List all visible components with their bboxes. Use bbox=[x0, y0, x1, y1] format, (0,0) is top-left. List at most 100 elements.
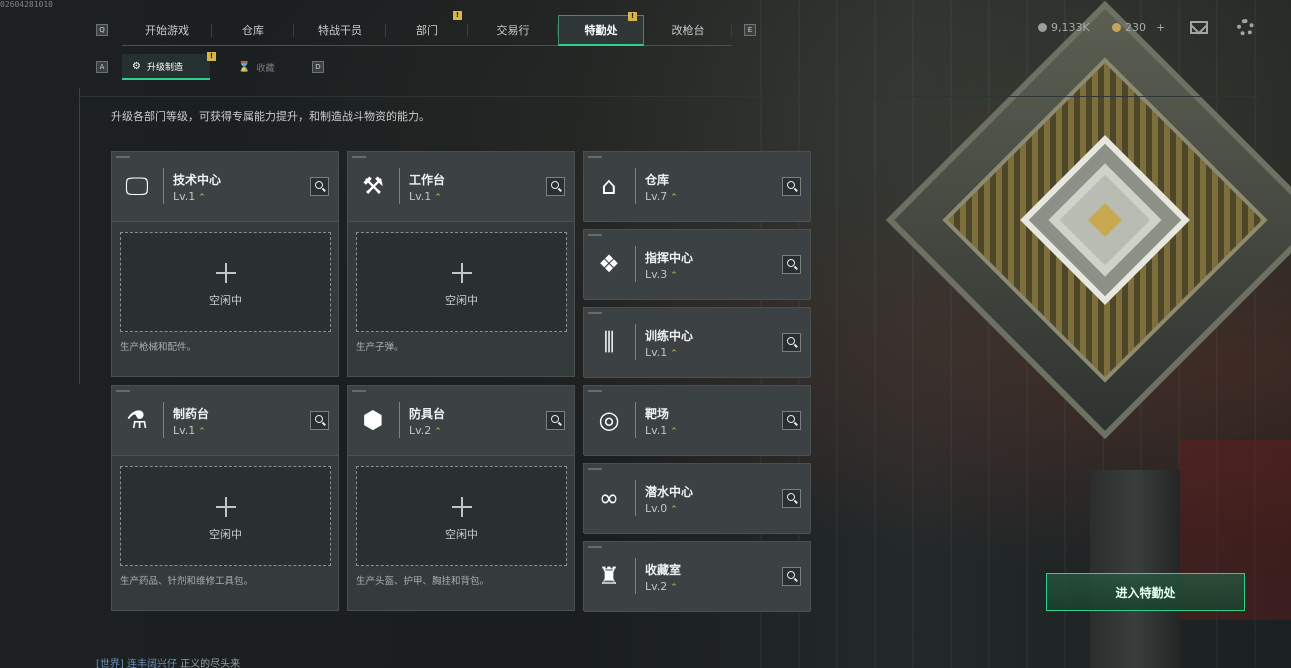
level-up-chevron-icon: ⌃ bbox=[670, 505, 678, 515]
chat-line[interactable]: [世界] 连丰阔兴仔 正义的尽头来 bbox=[96, 655, 240, 668]
department-card[interactable]: ❖ 指挥中心 Lv.3 ⌃ bbox=[583, 229, 811, 300]
search-button[interactable] bbox=[782, 411, 801, 430]
search-button[interactable] bbox=[782, 567, 801, 586]
department-card[interactable]: ⬢ 防具台 Lv.2 ⌃ 空闲中生产头盔、护甲、胸挂和背包。 bbox=[347, 385, 575, 611]
nav-tab[interactable]: 部门! bbox=[386, 11, 468, 46]
page-description: 升级各部门等级，可获得专属能力提升，和制造战斗物资的能力。 bbox=[111, 110, 430, 123]
subtab-collection[interactable]: ⌛ 收藏 bbox=[228, 54, 306, 80]
subnav-prev-key-hint[interactable]: A bbox=[96, 61, 108, 73]
slot-status: 空闲中 bbox=[209, 294, 242, 307]
card-header[interactable]: ⚗ 制药台 Lv.1 ⌃ bbox=[112, 386, 338, 456]
department-card[interactable]: 🖵 技术中心 Lv.1 ⌃ 空闲中 生产枪械和配件。 bbox=[111, 151, 339, 377]
premium-balance[interactable]: 230 + bbox=[1112, 21, 1165, 34]
nav-tab[interactable]: 特勤处! bbox=[558, 12, 644, 46]
level-up-chevron-icon: ⌃ bbox=[434, 193, 442, 203]
nav-tab-label: 交易行 bbox=[496, 24, 530, 37]
subtab-label: 收藏 bbox=[256, 63, 275, 74]
card-corner-tag bbox=[588, 546, 602, 548]
plus-icon bbox=[215, 497, 236, 517]
card-header[interactable]: ⬢ 防具台 Lv.2 ⌃ bbox=[348, 386, 574, 456]
card-header[interactable]: ∞ 潜水中心 Lv.0 ⌃ bbox=[584, 464, 810, 534]
chip-icon: ❖ bbox=[598, 250, 620, 278]
nav-separator bbox=[731, 24, 732, 37]
department-card[interactable]: ⌂ 仓库 Lv.7 ⌃ bbox=[583, 151, 811, 222]
card-header[interactable]: ❖ 指挥中心 Lv.3 ⌃ bbox=[584, 230, 810, 300]
nav-tab-label: 开始游戏 bbox=[145, 24, 189, 37]
card-header[interactable]: ⚒ 工作台 Lv.1 ⌃ bbox=[348, 152, 574, 222]
gear-icon[interactable] bbox=[1237, 19, 1254, 36]
search-button[interactable] bbox=[782, 177, 801, 196]
search-button[interactable] bbox=[546, 177, 565, 196]
card-header[interactable]: ◎ 靶场 Lv.1 ⌃ bbox=[584, 386, 810, 456]
department-name: 训练中心 bbox=[645, 329, 694, 343]
card-divider bbox=[635, 402, 636, 438]
premium-currency-icon bbox=[1112, 23, 1121, 32]
search-button[interactable] bbox=[546, 411, 565, 430]
search-button[interactable] bbox=[310, 411, 329, 430]
nav-prev-key-hint[interactable]: Q bbox=[96, 24, 108, 36]
department-level: Lv.1 ⌃ bbox=[645, 346, 678, 359]
search-button[interactable] bbox=[782, 489, 801, 508]
nav-tab[interactable]: 交易行 bbox=[468, 15, 558, 46]
warehouse-icon: ⌂ bbox=[601, 172, 617, 200]
card-header[interactable]: ♜ 收藏室 Lv.2 ⌃ bbox=[584, 542, 810, 612]
card-divider bbox=[635, 558, 636, 594]
department-level: Lv.1 ⌃ bbox=[173, 424, 206, 437]
department-level: Lv.0 ⌃ bbox=[645, 502, 678, 515]
subtab-upgrade-craft[interactable]: ⚙ 升级制造 ! bbox=[122, 52, 216, 80]
card-corner-tag bbox=[116, 390, 130, 392]
card-header[interactable]: ⫼ 训练中心 Lv.1 ⌃ bbox=[584, 308, 810, 378]
department-name: 指挥中心 bbox=[645, 251, 694, 265]
production-slot[interactable]: 空闲中 bbox=[356, 466, 567, 566]
production-description: 生产头盔、护甲、胸挂和背包。 bbox=[356, 576, 490, 587]
nav-tab[interactable]: 开始游戏 bbox=[122, 15, 212, 46]
level-text: Lv.2 bbox=[645, 580, 668, 593]
nav-tab[interactable]: 仓库 bbox=[212, 15, 294, 46]
card-header[interactable]: 🖵 技术中心 Lv.1 ⌃ bbox=[112, 152, 338, 222]
enter-special-ops-button[interactable]: 进入特勤处 bbox=[1046, 573, 1245, 611]
nav-tab[interactable]: 改枪台 bbox=[644, 15, 732, 46]
plus-icon bbox=[215, 263, 236, 283]
dumbbell-icon: ⫼ bbox=[603, 328, 615, 356]
collection-icon: ⌛ bbox=[238, 61, 251, 73]
department-card[interactable]: ◎ 靶场 Lv.1 ⌃ bbox=[583, 385, 811, 456]
card-header[interactable]: ⌂ 仓库 Lv.7 ⌃ bbox=[584, 152, 810, 222]
level-text: Lv.1 bbox=[409, 190, 432, 203]
search-button[interactable] bbox=[782, 255, 801, 274]
nav-tab-label: 特勤处 bbox=[584, 24, 618, 37]
notification-badge: ! bbox=[453, 11, 462, 20]
plus-icon bbox=[451, 263, 472, 283]
department-card[interactable]: ∞ 潜水中心 Lv.0 ⌃ bbox=[583, 463, 811, 534]
production-slot[interactable]: 空闲中 bbox=[120, 466, 331, 566]
subnav-next-key-hint[interactable]: D bbox=[312, 61, 324, 73]
level-up-chevron-icon: ⌃ bbox=[670, 427, 678, 437]
department-name: 技术中心 bbox=[173, 173, 222, 187]
level-up-chevron-icon: ⌃ bbox=[198, 193, 206, 203]
level-text: Lv.1 bbox=[173, 190, 196, 203]
nav-tab[interactable]: 特战干员 bbox=[294, 15, 386, 46]
department-name: 工作台 bbox=[409, 173, 446, 187]
coin-balance[interactable]: 9,133K bbox=[1038, 21, 1090, 34]
level-text: Lv.1 bbox=[645, 346, 668, 359]
production-slot[interactable]: 空闲中 bbox=[120, 232, 331, 332]
mail-icon[interactable] bbox=[1190, 21, 1208, 34]
department-card[interactable]: ⫼ 训练中心 Lv.1 ⌃ bbox=[583, 307, 811, 378]
nav-next-key-hint[interactable]: E bbox=[744, 24, 756, 36]
search-button[interactable] bbox=[310, 177, 329, 196]
department-card[interactable]: ♜ 收藏室 Lv.2 ⌃ bbox=[583, 541, 811, 612]
level-up-chevron-icon: ⌃ bbox=[670, 271, 678, 281]
department-card[interactable]: ⚒ 工作台 Lv.1 ⌃ 空闲中 生产子弹。 bbox=[347, 151, 575, 377]
level-text: Lv.2 bbox=[409, 424, 432, 437]
card-corner-tag bbox=[116, 156, 130, 158]
search-button[interactable] bbox=[782, 333, 801, 352]
department-card[interactable]: ⚗ 制药台 Lv.1 ⌃ 空闲中 生产药品、针剂和维修工具包。 bbox=[111, 385, 339, 611]
production-slot[interactable]: 空闲中 bbox=[356, 232, 567, 332]
chat-sender[interactable]: 连丰阔兴仔 bbox=[127, 659, 177, 668]
level-text: Lv.3 bbox=[645, 268, 668, 281]
slot-status: 空闲中 bbox=[209, 528, 242, 541]
department-name: 制药台 bbox=[173, 407, 210, 421]
department-level: Lv.2 ⌃ bbox=[409, 424, 442, 437]
card-divider bbox=[635, 324, 636, 360]
add-premium-button[interactable]: + bbox=[1156, 21, 1165, 34]
department-name: 潜水中心 bbox=[645, 485, 694, 499]
